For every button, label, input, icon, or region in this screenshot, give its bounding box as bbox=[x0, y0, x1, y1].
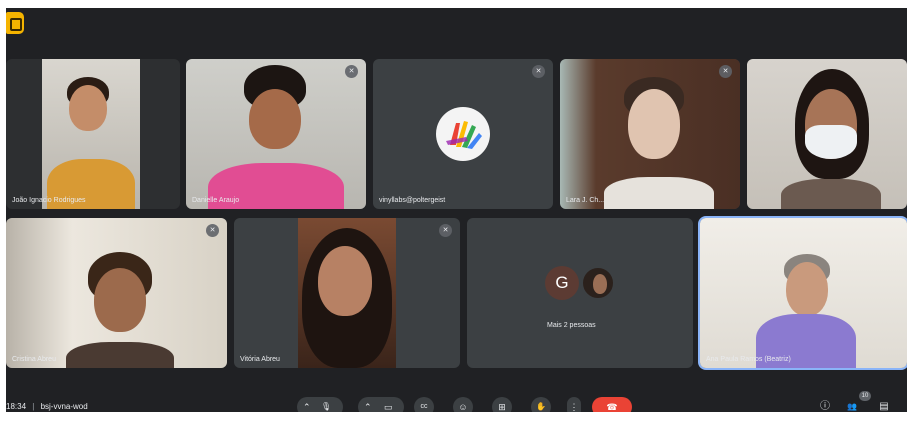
participant-name: vinyllabs@poltergeist bbox=[379, 197, 446, 204]
participant-name: Danielle Araujo bbox=[192, 197, 240, 204]
hands-logo-avatar bbox=[436, 107, 490, 161]
participant-name: Cristina Abreu bbox=[12, 356, 56, 363]
meeting-separator: | bbox=[32, 402, 35, 411]
participant-video bbox=[747, 59, 907, 209]
muted-mic-icon: ✕ bbox=[439, 224, 452, 237]
participant-video bbox=[6, 218, 227, 368]
participant-video bbox=[298, 218, 396, 368]
muted-mic-icon: ✕ bbox=[532, 65, 545, 78]
meeting-info-icon[interactable]: ⓘ bbox=[817, 399, 833, 412]
participant-face bbox=[249, 89, 301, 149]
camera-control-group: ⌃ ▭ bbox=[358, 397, 404, 412]
participant-shirt bbox=[66, 342, 174, 368]
meeting-code: bsj-vvna-wod bbox=[40, 402, 88, 411]
colorful-hands-icon bbox=[446, 121, 482, 149]
participant-name: Lara J. Ch... bbox=[566, 197, 605, 204]
camera-options-chevron-icon[interactable]: ⌃ bbox=[364, 397, 372, 412]
participant-tile-lara[interactable]: ✕ Lara J. Ch... bbox=[560, 59, 740, 209]
face-mask bbox=[805, 125, 857, 159]
participant-initial-avatar: G bbox=[545, 266, 579, 300]
participant-tile-mask[interactable] bbox=[747, 59, 907, 209]
participant-tile-ana-paula[interactable]: Ana Paula Ramos (Beatriz) bbox=[700, 218, 907, 368]
participant-face bbox=[786, 262, 828, 316]
meet-window: João Ignacio Rodrigues ✕ Danielle Araujo… bbox=[6, 8, 907, 412]
participant-photo-avatar bbox=[581, 266, 615, 300]
participant-tile-danielle[interactable]: ✕ Danielle Araujo bbox=[186, 59, 366, 209]
participant-name: João Ignacio Rodrigues bbox=[12, 197, 86, 204]
emoji-reaction-icon[interactable]: ☺ bbox=[453, 397, 473, 412]
meeting-info: 18:34 | bsj-vvna-wod bbox=[6, 402, 88, 411]
more-participants-tile[interactable]: G Mais 2 pessoas bbox=[467, 218, 693, 368]
participant-face bbox=[69, 85, 107, 131]
meet-logo-icon bbox=[6, 12, 24, 34]
participant-tile-vitoria[interactable]: ✕ Vitória Abreu bbox=[234, 218, 460, 368]
present-screen-icon[interactable]: ⊞ bbox=[492, 397, 512, 412]
muted-mic-icon: ✕ bbox=[206, 224, 219, 237]
participant-video bbox=[560, 59, 740, 209]
participant-video bbox=[42, 59, 140, 209]
camera-icon[interactable]: ▭ bbox=[384, 397, 393, 412]
participant-name: Vitória Abreu bbox=[240, 356, 280, 363]
raise-hand-icon[interactable]: ✋ bbox=[531, 397, 551, 412]
participant-face bbox=[94, 268, 146, 332]
participant-tile-joao[interactable]: João Ignacio Rodrigues bbox=[6, 59, 180, 209]
captions-icon[interactable]: cc bbox=[414, 397, 434, 412]
people-count-badge: 10 bbox=[859, 391, 871, 401]
screenshot-frame: João Ignacio Rodrigues ✕ Danielle Araujo… bbox=[0, 0, 907, 422]
microphone-icon[interactable]: 🎙 bbox=[321, 397, 331, 412]
participant-face bbox=[318, 246, 372, 316]
participant-video bbox=[186, 59, 366, 209]
mic-control-group: ⌃ 🎙 bbox=[297, 397, 343, 412]
hang-up-button[interactable]: ☎ bbox=[592, 397, 632, 412]
people-icon[interactable]: 👥 bbox=[844, 399, 860, 412]
bottom-toolbar: 18:34 | bsj-vvna-wod ⌃ 🎙 ⌃ ▭ cc ☺ ⊞ ✋ ⋮ … bbox=[6, 391, 907, 412]
more-options-icon[interactable]: ⋮ bbox=[567, 397, 581, 412]
participant-tile-avatar[interactable]: ✕ vinyllabs@poltergeist bbox=[373, 59, 553, 209]
participant-video bbox=[700, 218, 907, 368]
muted-mic-icon: ✕ bbox=[345, 65, 358, 78]
participant-face bbox=[593, 274, 607, 294]
participant-name: Ana Paula Ramos (Beatriz) bbox=[706, 356, 791, 363]
participant-shirt bbox=[781, 179, 881, 209]
more-participants-label: Mais 2 pessoas bbox=[547, 322, 596, 329]
participant-shirt bbox=[604, 177, 714, 209]
muted-mic-icon: ✕ bbox=[719, 65, 732, 78]
chat-icon[interactable]: ▤ bbox=[876, 399, 892, 412]
participant-tile-cristina[interactable]: ✕ Cristina Abreu bbox=[6, 218, 227, 368]
mic-options-chevron-icon[interactable]: ⌃ bbox=[303, 397, 311, 412]
meeting-time: 18:34 bbox=[6, 402, 27, 411]
participant-face bbox=[628, 89, 680, 159]
